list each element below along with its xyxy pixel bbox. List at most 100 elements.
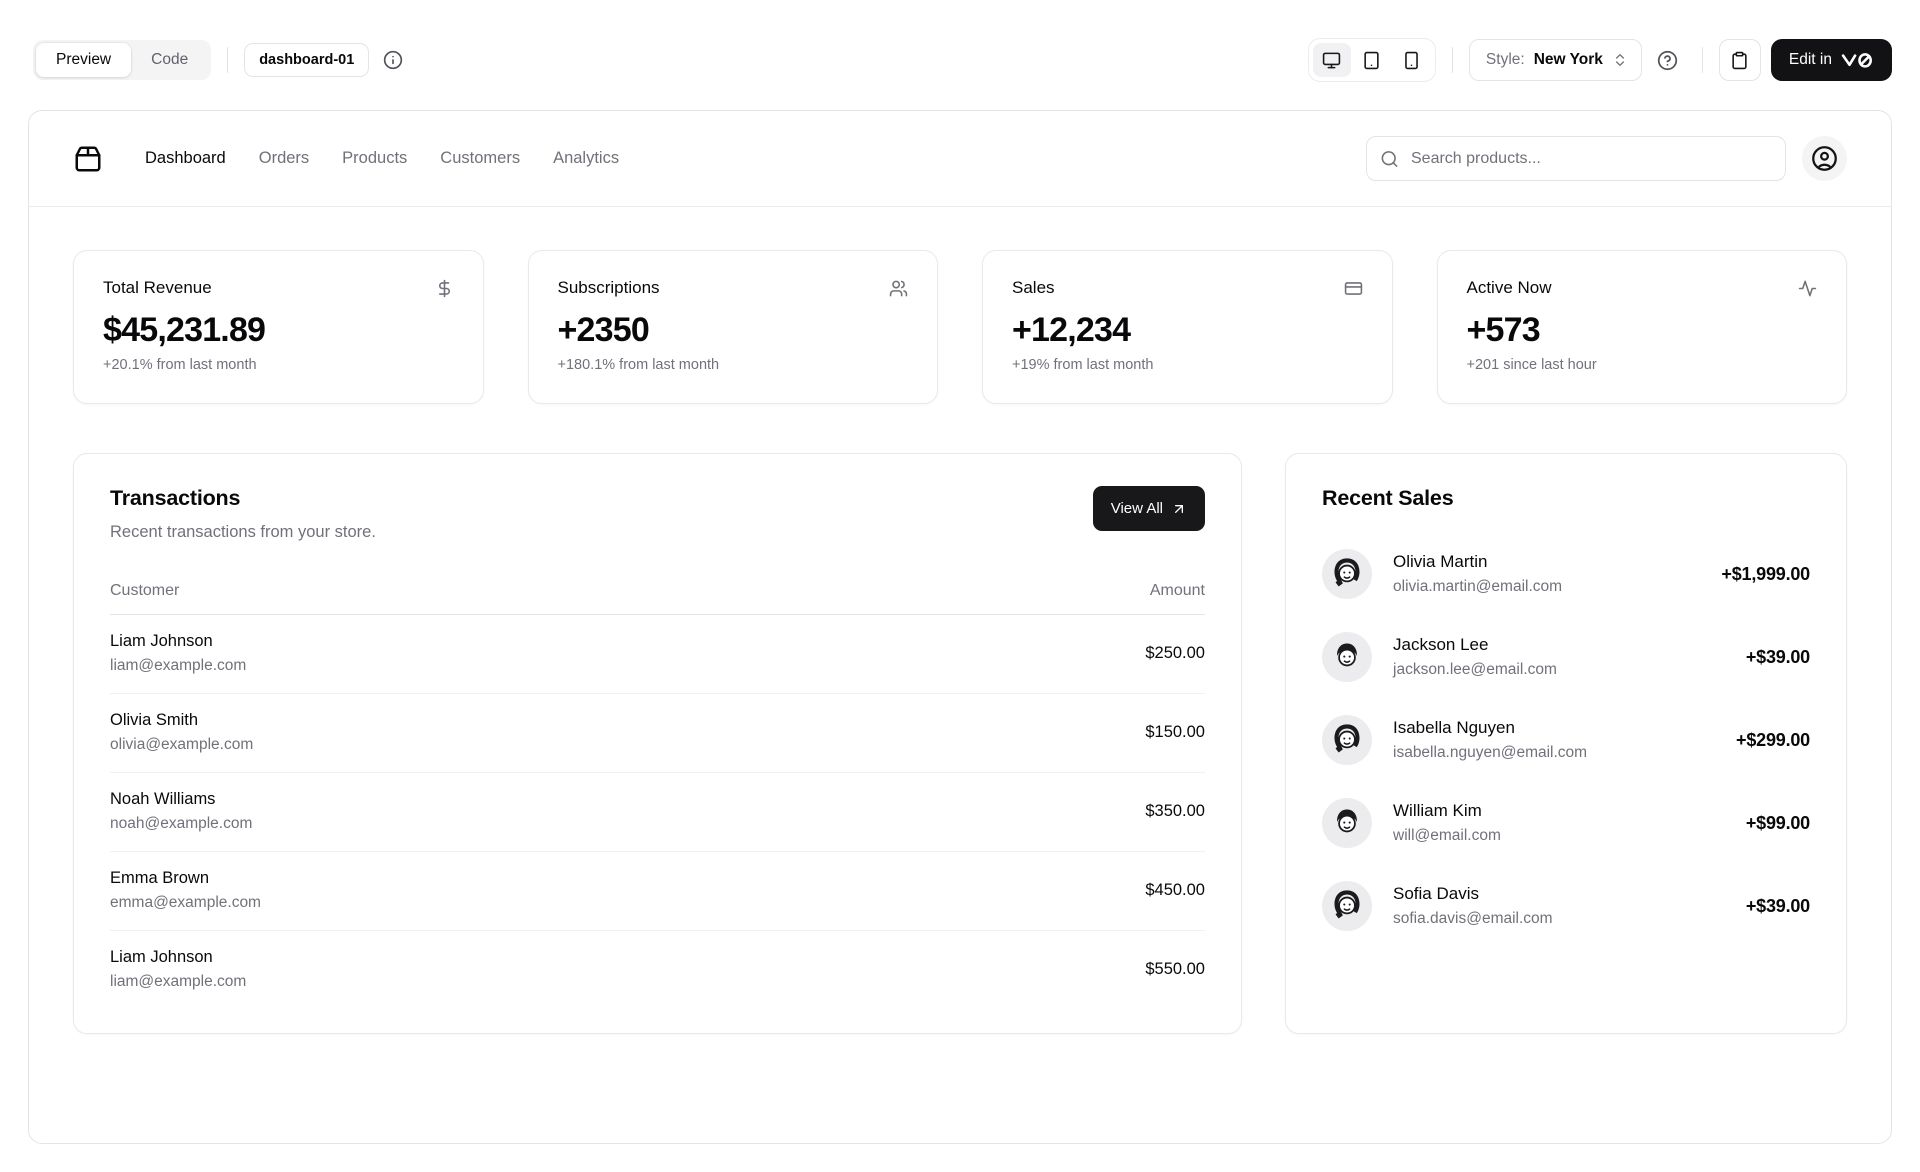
list-item: Isabella Nguyen isabella.nguyen@email.co…: [1322, 715, 1810, 765]
nav-item-dashboard[interactable]: Dashboard: [145, 149, 226, 168]
search-icon: [1380, 149, 1399, 168]
table-row: Emma Brown emma@example.com $450.00: [110, 852, 1205, 931]
customer-name: Olivia Smith: [110, 711, 253, 730]
user-menu-button[interactable]: [1802, 136, 1847, 181]
credit-card-icon: [1344, 279, 1363, 298]
info-icon-button[interactable]: [375, 42, 411, 78]
transaction-amount: $350.00: [1145, 802, 1205, 821]
customer-name: Noah Williams: [110, 790, 252, 809]
nav-item-products[interactable]: Products: [342, 149, 407, 168]
stat-value: +12,234: [1012, 311, 1363, 350]
clipboard-icon: [1730, 51, 1749, 70]
table-row: Liam Johnson liam@example.com $550.00: [110, 931, 1205, 1009]
navbar-right: [1366, 136, 1847, 181]
transaction-amount: $150.00: [1145, 723, 1205, 742]
sale-customer-name: William Kim: [1393, 801, 1501, 821]
dashboard-main: Total Revenue $45,231.89 +20.1% from las…: [29, 207, 1891, 1078]
recent-sales-card: Recent Sales Olivia Martin olivia.martin…: [1285, 453, 1847, 1034]
device-toggle-group: [1308, 38, 1436, 82]
block-name-badge: dashboard-01: [244, 43, 369, 77]
recent-sales-list: Olivia Martin olivia.martin@email.com +$…: [1322, 549, 1810, 931]
preview-tab[interactable]: Preview: [36, 43, 131, 77]
transactions-subtitle: Recent transactions from your store.: [110, 523, 376, 542]
style-select[interactable]: Style: New York: [1469, 39, 1642, 81]
transaction-amount: $450.00: [1145, 881, 1205, 900]
table-row: Liam Johnson liam@example.com $250.00: [110, 615, 1205, 694]
tablet-view-button[interactable]: [1353, 43, 1391, 77]
sale-customer-name: Jackson Lee: [1393, 635, 1557, 655]
stat-title: Subscriptions: [558, 278, 660, 298]
sale-amount: +$99.00: [1746, 813, 1810, 834]
toolbar-right: Style: New York Edit in: [1308, 38, 1892, 82]
sale-amount: +$39.00: [1746, 647, 1810, 668]
search-box: [1366, 136, 1786, 181]
desktop-view-button[interactable]: [1313, 43, 1351, 77]
nav-item-analytics[interactable]: Analytics: [553, 149, 619, 168]
mobile-view-button[interactable]: [1393, 43, 1431, 77]
style-select-label: Style:: [1486, 51, 1525, 69]
stat-card-active-now: Active Now +573 +201 since last hour: [1437, 250, 1848, 404]
stat-value: +2350: [558, 311, 909, 350]
content-row: Transactions Recent transactions from yo…: [73, 453, 1847, 1034]
avatar: [1322, 715, 1372, 765]
edit-in-label: Edit in: [1789, 51, 1832, 69]
user-circle-icon: [1811, 145, 1838, 172]
stat-value: +573: [1467, 311, 1818, 350]
copy-code-button[interactable]: [1719, 39, 1761, 81]
view-all-button[interactable]: View All: [1093, 486, 1205, 531]
stat-change: +20.1% from last month: [103, 357, 454, 373]
code-tab[interactable]: Code: [131, 43, 208, 77]
sale-customer-email: olivia.martin@email.com: [1393, 578, 1562, 596]
column-amount: Amount: [1150, 582, 1205, 600]
divider: [1452, 47, 1453, 73]
toolbar-left: Preview Code dashboard-01: [33, 40, 411, 80]
divider: [1702, 47, 1703, 73]
view-all-label: View All: [1111, 500, 1163, 517]
smartphone-icon: [1402, 51, 1421, 70]
customer-email: liam@example.com: [110, 973, 246, 991]
style-select-value: New York: [1534, 51, 1603, 69]
nav-item-customers[interactable]: Customers: [440, 149, 520, 168]
dollar-sign-icon: [435, 279, 454, 298]
store-logo-link[interactable]: [73, 144, 103, 174]
sale-customer-name: Olivia Martin: [1393, 552, 1562, 572]
sale-customer-email: jackson.lee@email.com: [1393, 661, 1557, 679]
avatar: [1322, 549, 1372, 599]
sale-customer-email: sofia.davis@email.com: [1393, 910, 1553, 928]
stat-title: Total Revenue: [103, 278, 212, 298]
nav-links: Dashboard Orders Products Customers Anal…: [145, 149, 619, 168]
stat-change: +201 since last hour: [1467, 357, 1818, 373]
stat-change: +19% from last month: [1012, 357, 1363, 373]
customer-name: Liam Johnson: [110, 632, 246, 651]
arrow-up-right-icon: [1171, 501, 1187, 517]
toolbar: Preview Code dashboard-01 Style: New Yor…: [0, 0, 1920, 110]
transaction-amount: $250.00: [1145, 644, 1205, 663]
sale-amount: +$1,999.00: [1721, 564, 1810, 585]
recent-sales-title: Recent Sales: [1322, 486, 1810, 511]
list-item: William Kim will@email.com +$99.00: [1322, 798, 1810, 848]
edit-in-v0-button[interactable]: Edit in: [1771, 39, 1892, 81]
customer-email: noah@example.com: [110, 815, 252, 833]
preview-frame: Dashboard Orders Products Customers Anal…: [28, 110, 1892, 1144]
view-toggle: Preview Code: [33, 40, 211, 80]
sale-customer-name: Sofia Davis: [1393, 884, 1553, 904]
help-button[interactable]: [1650, 42, 1686, 78]
table-row: Noah Williams noah@example.com $350.00: [110, 773, 1205, 852]
info-icon: [383, 50, 403, 70]
table-row: Olivia Smith olivia@example.com $150.00: [110, 694, 1205, 773]
customer-name: Liam Johnson: [110, 948, 246, 967]
customer-email: olivia@example.com: [110, 736, 253, 754]
stat-title: Sales: [1012, 278, 1055, 298]
users-icon: [889, 279, 908, 298]
help-circle-icon: [1657, 50, 1678, 71]
v0-logo: [1841, 52, 1874, 68]
column-customer: Customer: [110, 582, 179, 600]
tablet-icon: [1362, 51, 1381, 70]
list-item: Olivia Martin olivia.martin@email.com +$…: [1322, 549, 1810, 599]
transactions-table: Customer Amount Liam Johnson liam@exampl…: [110, 572, 1205, 1009]
sale-customer-email: will@email.com: [1393, 827, 1501, 845]
nav-item-orders[interactable]: Orders: [259, 149, 309, 168]
stats-row: Total Revenue $45,231.89 +20.1% from las…: [73, 250, 1847, 404]
divider: [227, 47, 228, 73]
search-input[interactable]: [1366, 136, 1786, 181]
